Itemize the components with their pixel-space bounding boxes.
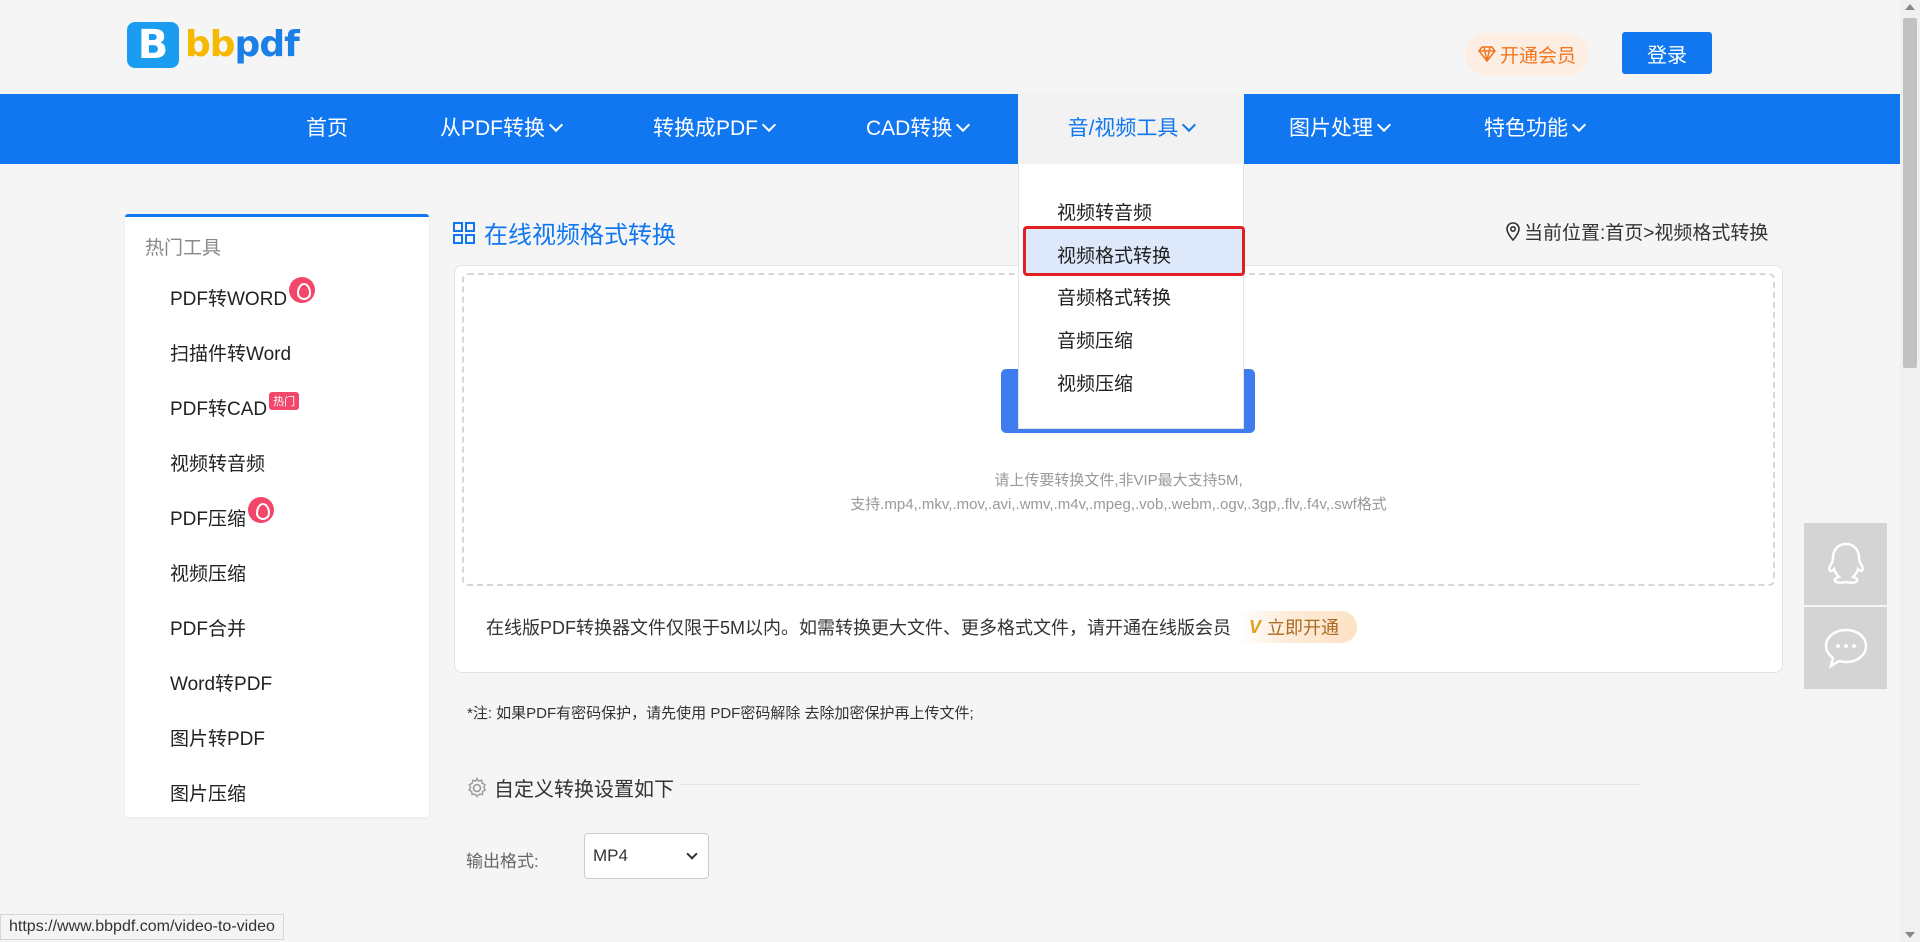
nav-item-home[interactable]: 首页 [306, 94, 348, 164]
sidebar-item-label: PDF转WORD [170, 289, 288, 310]
site-header: B bbpdf 开通会员 登录 [0, 0, 1900, 94]
site-logo[interactable]: B bbpdf [127, 22, 300, 68]
main-nav: 首页 从PDF转换 转换成PDF CAD转换 音/视频工具 图片处理 特色功能 [0, 94, 1900, 164]
nav-label: 音/视频工具 [1067, 117, 1179, 140]
open-vip-label: 开通会员 [1499, 45, 1576, 67]
sidebar-item-label: PDF转CAD [170, 399, 268, 420]
dropdown-item-video-format[interactable]: 视频格式转换 [1057, 241, 1171, 268]
open-now-label: 立即开通 [1267, 618, 1340, 638]
sidebar-item-label: 图片转PDF [170, 729, 266, 750]
sidebar-item-label: PDF合并 [170, 619, 247, 640]
sidebar-item-pdf-to-cad[interactable]: PDF转CAD 热门 [170, 392, 300, 421]
hot-tools-sidebar: 热门工具 PDF转WORD 扫描件转Word PDF转CAD 热门 视频转音频 P… [125, 214, 429, 817]
nav-label: 图片处理 [1289, 117, 1373, 140]
open-now-button[interactable]: V 立即开通 [1239, 611, 1358, 643]
sidebar-item-image-compress[interactable]: 图片压缩 [170, 779, 246, 806]
breadcrumb: 当前位置:首页>视频格式转换 [1505, 218, 1768, 245]
fire-icon [289, 276, 316, 303]
vertical-scrollbar[interactable] [1900, 0, 1920, 942]
audio-video-dropdown: 视频转音频 视频格式转换 音频格式转换 音频压缩 视频压缩 [1018, 164, 1245, 429]
nav-label: 从PDF转换 [440, 117, 545, 140]
wechat-button[interactable] [1804, 607, 1887, 689]
nav-item-from-pdf[interactable]: 从PDF转换 [440, 94, 564, 164]
scrollbar-thumb[interactable] [1903, 18, 1917, 368]
chevron-down-icon [1376, 117, 1392, 133]
sidebar-item-scan-to-word[interactable]: 扫描件转Word [170, 339, 291, 366]
sidebar-item-label: PDF压缩 [170, 509, 247, 530]
qq-icon [1827, 542, 1864, 584]
output-format-label: 输出格式: [466, 852, 539, 871]
chevron-down-icon [761, 117, 777, 133]
sidebar-item-label: 扫描件转Word [170, 344, 292, 365]
upload-hint-formats: 支持.mp4,.mkv,.mov,.avi,.wmv,.m4v,.mpeg,.v… [850, 496, 1387, 513]
scroll-down-arrow-icon[interactable] [1905, 932, 1915, 938]
breadcrumb-text[interactable]: 当前位置:首页>视频格式转换 [1524, 218, 1768, 245]
hot-badge: 热门 [269, 392, 300, 410]
dropdown-item-video-to-audio[interactable]: 视频转音频 [1057, 198, 1152, 225]
chevron-down-icon [956, 117, 971, 133]
sidebar-item-pdf-merge[interactable]: PDF合并 [170, 614, 246, 641]
location-pin-icon [1506, 221, 1520, 241]
output-format-select[interactable]: MP4 [584, 833, 709, 879]
scroll-up-arrow-icon[interactable] [1905, 4, 1915, 10]
sidebar-item-label: 视频转音频 [170, 454, 266, 475]
sidebar-item-label: 图片压缩 [170, 784, 247, 805]
note-prefix: *注: 如果PDF有密码保护，请先使用 [467, 705, 711, 722]
chevron-down-icon [686, 848, 698, 860]
sidebar-title: 热门工具 [145, 238, 222, 259]
logo-text: bbpdf [185, 22, 300, 68]
grid-icon [453, 221, 475, 244]
dropdown-item-audio-format[interactable]: 音频格式转换 [1057, 283, 1171, 310]
logo-text-bb: bb [185, 24, 236, 65]
settings-heading: 自定义转换设置如下 [466, 773, 674, 802]
settings-title: 自定义转换设置如下 [494, 779, 674, 801]
nav-item-to-pdf[interactable]: 转换成PDF [653, 94, 777, 164]
sidebar-item-image-to-pdf[interactable]: 图片转PDF [170, 724, 265, 751]
sidebar-item-label: Word转PDF [170, 674, 273, 695]
output-format-value: MP4 [593, 846, 628, 865]
vip-icon: V [1249, 616, 1262, 637]
logo-text-pdf: pdf [234, 24, 300, 65]
nav-label: 特色功能 [1484, 117, 1568, 140]
nav-item-audio-video[interactable]: 音/视频工具 [1018, 94, 1244, 164]
open-vip-button[interactable]: 开通会员 [1465, 33, 1589, 75]
link-status-bar: https://www.bbpdf.com/video-to-video [0, 914, 284, 940]
dropdown-item-video-compress[interactable]: 视频压缩 [1057, 369, 1133, 396]
chevron-down-icon [1571, 117, 1587, 133]
upload-hint-size: 请上传要转换文件,非VIP最大支持5M, [994, 472, 1243, 489]
chevron-down-icon [1182, 117, 1197, 133]
sidebar-item-pdf-to-word[interactable]: PDF转WORD [170, 276, 316, 313]
page-title-text: 在线视频格式转换 [484, 222, 676, 249]
dropdown-item-audio-compress[interactable]: 音频压缩 [1057, 326, 1133, 353]
qq-chat-button[interactable] [1804, 523, 1887, 605]
nav-label: 转换成PDF [653, 117, 758, 140]
notice-text: 在线版PDF转换器文件仅限于5M以内。如需转换更大文件、更多格式文件，请开通在线… [486, 618, 1232, 638]
gear-icon [468, 776, 487, 798]
login-button[interactable]: 登录 [1622, 32, 1712, 74]
sidebar-item-label: 视频压缩 [170, 564, 247, 585]
nav-item-cad[interactable]: CAD转换 [866, 94, 971, 164]
password-note: *注: 如果PDF有密码保护，请先使用 PDF密码解除 去除加密保护再上传文件; [467, 702, 974, 723]
divider [680, 784, 1640, 785]
sidebar-item-pdf-compress[interactable]: PDF压缩 [170, 496, 275, 533]
size-limit-notice: 在线版PDF转换器文件仅限于5M以内。如需转换更大文件、更多格式文件，请开通在线… [486, 611, 1358, 643]
sidebar-item-video-to-audio[interactable]: 视频转音频 [170, 449, 265, 476]
sidebar-item-video-compress[interactable]: 视频压缩 [170, 559, 246, 586]
pdf-unlock-link[interactable]: PDF密码解除 [710, 705, 800, 722]
sidebar-item-word-to-pdf[interactable]: Word转PDF [170, 669, 272, 696]
nav-item-features[interactable]: 特色功能 [1484, 94, 1587, 164]
logo-mark: B [127, 22, 179, 68]
chevron-down-icon [548, 117, 564, 133]
chat-bubble-icon [1824, 628, 1867, 669]
page-title: 在线视频格式转换 [452, 215, 676, 250]
note-suffix: 去除加密保护再上传文件; [800, 705, 974, 722]
nav-item-image[interactable]: 图片处理 [1289, 94, 1392, 164]
diamond-icon [1478, 46, 1496, 62]
nav-label: CAD转换 [866, 117, 953, 140]
fire-icon [248, 496, 275, 523]
nav-label: 首页 [306, 117, 348, 140]
